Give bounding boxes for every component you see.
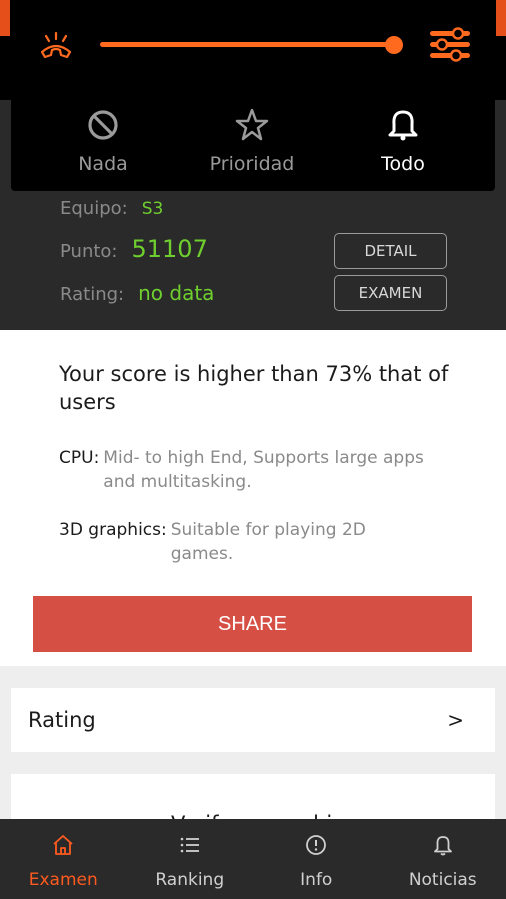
equalizer-icon[interactable]: [428, 26, 472, 64]
nav-item-noticias[interactable]: Noticias: [380, 819, 506, 899]
nav-label-examen: Examen: [28, 870, 98, 890]
detail-button[interactable]: DETAIL: [334, 233, 447, 269]
examen-button[interactable]: EXAMEN: [334, 275, 447, 311]
mode-option-todo[interactable]: Todo: [323, 96, 483, 191]
punto-row: Punto: 51107: [60, 235, 208, 263]
mode-label-prioridad: Prioridad: [209, 153, 295, 175]
block-icon: [88, 110, 118, 140]
rating-value: no data: [138, 281, 215, 305]
nav-item-ranking[interactable]: Ranking: [127, 819, 254, 899]
nav-label-noticias: Noticias: [408, 870, 477, 890]
mode-option-prioridad[interactable]: Prioridad: [172, 96, 332, 191]
bottom-nav: Examen Ranking Info Noticias: [0, 819, 506, 899]
rating-row: Rating: no data: [60, 281, 214, 305]
accent-corner-left: [0, 0, 10, 36]
rating-label: Rating:: [60, 284, 125, 305]
rating-card-label: Rating: [28, 708, 96, 732]
quick-settings-bar: [0, 0, 506, 100]
star-icon: [235, 108, 269, 141]
notification-mode-panel: Nada Prioridad Todo: [11, 96, 495, 191]
rating-card[interactable]: Rating >: [11, 688, 495, 752]
graphics-label: 3D graphics:: [59, 520, 167, 540]
nav-label-info: Info: [300, 870, 333, 890]
mode-label-nada: Nada: [78, 153, 128, 175]
phone-ringing-icon[interactable]: [36, 28, 76, 62]
nav-item-info[interactable]: Info: [253, 819, 380, 899]
nav-item-examen[interactable]: Examen: [0, 819, 127, 899]
cpu-spec: CPU: Mid- to high End, Supports large ap…: [59, 446, 459, 494]
graphics-spec: 3D graphics: Suitable for playing 2D gam…: [59, 518, 399, 566]
chevron-right-icon: >: [447, 708, 464, 732]
equipo-row: Equipo: S3: [60, 198, 163, 219]
mode-label-todo: Todo: [381, 153, 425, 175]
list-icon: [180, 837, 199, 853]
accent-corner-right: [496, 0, 506, 36]
share-button[interactable]: SHARE: [33, 596, 472, 652]
punto-value: 51107: [131, 235, 208, 263]
home-icon: [53, 835, 73, 855]
bell-icon: [433, 836, 452, 856]
score-summary-card: Your score is higher than 73% that of us…: [0, 330, 506, 666]
nav-label-ranking: Ranking: [155, 870, 225, 890]
graphics-value: Suitable for playing 2D games.: [170, 520, 366, 564]
equipo-value: S3: [141, 199, 164, 219]
cpu-label: CPU:: [59, 448, 100, 468]
volume-slider-track[interactable]: [100, 42, 394, 47]
equipo-label: Equipo:: [60, 198, 128, 219]
info-icon: [306, 835, 327, 855]
cpu-value: Mid- to high End, Supports large apps an…: [103, 448, 424, 492]
bell-icon: [388, 110, 418, 141]
score-percentile-text: Your score is higher than 73% that of us…: [59, 362, 449, 414]
mode-option-nada[interactable]: Nada: [23, 96, 183, 191]
punto-label: Punto:: [60, 241, 118, 262]
volume-slider-thumb[interactable]: [385, 36, 403, 54]
